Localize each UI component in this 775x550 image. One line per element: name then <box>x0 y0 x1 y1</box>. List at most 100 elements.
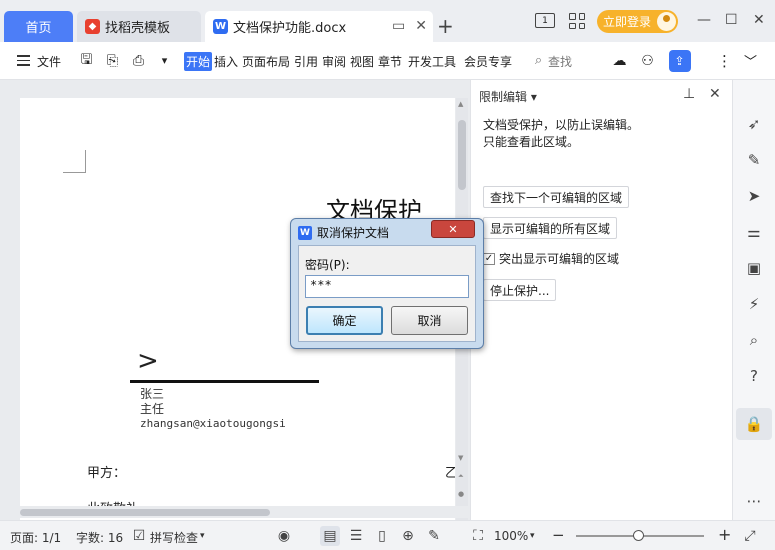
export-pdf-icon[interactable]: ⎘ <box>104 52 121 69</box>
web-view-icon[interactable]: ⊕ <box>400 528 416 544</box>
zoom-arrow-icon[interactable]: ▾ <box>530 531 535 541</box>
panel-title[interactable]: 限制编辑 ▾ <box>479 88 537 105</box>
horizontal-scroll-thumb[interactable] <box>20 509 270 516</box>
login-button[interactable]: 立即登录 <box>597 10 678 33</box>
cloud-sync-icon[interactable]: ☁ <box>611 52 628 69</box>
highlight-editable-label: 突出显示可编辑的区域 <box>499 252 620 266</box>
fit-page-icon[interactable]: ⛶ <box>470 528 486 544</box>
fullscreen-icon[interactable]: ⤢ <box>742 528 758 544</box>
spellcheck-arrow-icon[interactable]: ▾ <box>200 531 205 541</box>
outline-view-icon[interactable]: ☰ <box>348 528 364 544</box>
tab-chapter[interactable]: 章节 <box>378 53 402 70</box>
tab-insert[interactable]: 插入 <box>214 53 238 70</box>
find-next-editable-button[interactable]: 查找下一个可编辑的区域 <box>483 186 630 208</box>
tab-page-layout[interactable]: 页面布局 <box>242 53 290 70</box>
stop-protection-button[interactable]: 停止保护... <box>483 279 557 301</box>
panel-title-label: 限制编辑 <box>479 90 528 104</box>
tab-developer[interactable]: 开发工具 <box>408 53 456 70</box>
signature-title: 主任 <box>140 402 165 416</box>
horizontal-scrollbar[interactable] <box>0 506 470 518</box>
highlight-editable-checkbox[interactable]: ✓ 突出显示可编辑的区域 <box>483 250 619 267</box>
spellcheck-label[interactable]: 拼写检查 <box>150 529 198 546</box>
write-view-icon[interactable]: ✎ <box>426 528 442 544</box>
tab-close-icon[interactable]: ✕ <box>415 18 427 34</box>
party-a-label: 甲方： <box>87 466 127 481</box>
rocket-icon[interactable]: ➶ <box>745 115 763 133</box>
dialog-close-button[interactable]: ✕ <box>431 220 475 238</box>
password-label: 密码(P): <box>305 258 350 272</box>
tab-start[interactable]: 开始 <box>184 52 213 71</box>
signature-chevron: > <box>137 346 159 376</box>
word-count[interactable]: 字数: 16 <box>76 529 123 546</box>
lightning-icon[interactable]: ⚡ <box>745 295 763 313</box>
more-options-icon[interactable]: ⋮ <box>716 52 733 70</box>
zoom-in-button[interactable]: + <box>718 525 731 544</box>
pin-icon[interactable]: ⊥ <box>683 86 695 102</box>
pen-icon[interactable]: ✎ <box>745 151 763 169</box>
unprotect-document-dialog: W 取消保护文档 ✕ 密码(P): *** 确定 取消 <box>290 218 484 349</box>
adjust-sliders-icon[interactable]: ⚌ <box>745 223 763 241</box>
apps-grid-icon[interactable] <box>569 13 585 29</box>
dialog-title: 取消保护文档 <box>317 226 390 240</box>
read-view-icon[interactable]: ▯ <box>374 528 390 544</box>
help-icon[interactable]: ? <box>745 367 763 385</box>
cursor-icon[interactable]: ➤ <box>745 187 763 205</box>
file-menu[interactable]: 文件 <box>37 53 61 70</box>
ok-button[interactable]: 确定 <box>306 306 383 335</box>
scroll-up-icon[interactable]: ▲ <box>458 100 463 108</box>
rail-more-icon[interactable]: ⋯ <box>745 492 763 510</box>
tab-document[interactable]: W 文档保护功能.docx ▭ ✕ <box>205 11 433 42</box>
new-tab-button[interactable]: + <box>437 14 454 38</box>
docer-logo-icon: ◆ <box>85 19 100 34</box>
close-icon[interactable]: ✕ <box>753 12 765 28</box>
signature-email: zhangsan@xiaotougongsi <box>140 417 286 430</box>
cancel-button[interactable]: 取消 <box>391 306 468 335</box>
party-b-label: 乙 <box>445 466 455 481</box>
tab-document-label: 文档保护功能.docx <box>233 21 347 36</box>
tab-home[interactable]: 首页 <box>4 11 73 42</box>
password-field[interactable]: *** <box>305 275 469 298</box>
share-icon: ⇪ <box>674 53 685 68</box>
spellcheck-checkbox-icon[interactable]: ☑ <box>131 528 147 544</box>
collaborate-icon[interactable]: ⚇ <box>639 52 656 69</box>
page-count[interactable]: 页面: 1/1 <box>10 529 61 546</box>
tab-references[interactable]: 引用 <box>294 53 318 70</box>
collapse-ribbon-icon[interactable]: ﹀ <box>742 52 759 70</box>
tab-view[interactable]: 视图 <box>350 53 374 70</box>
show-all-editable-button[interactable]: 显示可编辑的所有区域 <box>483 217 618 239</box>
tab-membership[interactable]: 会员专享 <box>464 53 512 70</box>
zoom-level[interactable]: 100% <box>494 529 528 543</box>
signature-line <box>130 380 319 383</box>
minimize-icon[interactable]: — <box>697 12 711 28</box>
restrict-editing-panel: 限制编辑 ▾ ⊥ ✕ 文档受保护，以防止误编辑。 只能查看此区域。 查找下一个可… <box>470 80 732 520</box>
search-icon: ⌕ <box>534 53 543 68</box>
print-icon[interactable]: ⎙ <box>130 52 147 69</box>
restrict-editing-lock-icon[interactable]: 🔒 <box>736 408 772 440</box>
select-browse-icon[interactable]: ● <box>458 490 464 498</box>
menu-icon[interactable] <box>15 52 32 69</box>
checkbox-checked-icon[interactable]: ✓ <box>483 252 495 265</box>
tab-review[interactable]: 审阅 <box>322 53 346 70</box>
search-label[interactable]: 查找 <box>548 53 572 70</box>
image-convert-icon[interactable]: ▣ <box>745 259 763 277</box>
ribbon: 文件 🖫 ⎘ ⎙ ▾ 开始 插入 页面布局 引用 审阅 视图 章节 开发工具 会… <box>0 42 775 80</box>
panel-close-icon[interactable]: ✕ <box>709 86 721 102</box>
restore-icon[interactable]: ☐ <box>725 12 738 28</box>
zoom-out-button[interactable]: − <box>552 526 565 544</box>
dialog-title-bar[interactable]: W 取消保护文档 <box>298 224 389 241</box>
vertical-scroll-thumb[interactable] <box>458 120 466 190</box>
tab-template[interactable]: ◆ 找稻壳模板 <box>77 11 201 42</box>
panel-desc-line-2: 只能查看此区域。 <box>483 135 580 149</box>
eye-protection-icon[interactable]: ◉ <box>276 528 292 544</box>
prev-page-icon[interactable]: ⏶ <box>458 472 464 481</box>
doc-search-icon[interactable]: ⌕ <box>745 331 763 349</box>
split-view-icon[interactable]: 1 <box>535 13 555 28</box>
zoom-slider-knob[interactable] <box>633 530 644 541</box>
more-quick-icon[interactable]: ▾ <box>156 52 173 69</box>
panel-description: 文档受保护，以防止误编辑。 只能查看此区域。 <box>483 117 639 151</box>
tab-preview-icon[interactable]: ▭ <box>392 18 405 34</box>
dialog-body: 密码(P): *** 确定 取消 <box>298 245 476 342</box>
save-icon[interactable]: 🖫 <box>78 52 95 69</box>
wps-writer-icon: W <box>298 225 312 240</box>
scroll-down-icon[interactable]: ▼ <box>458 454 463 462</box>
